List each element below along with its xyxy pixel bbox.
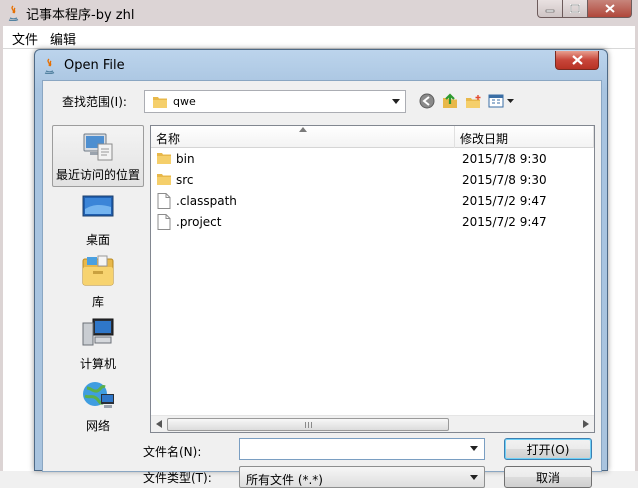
scrollbar-thumb[interactable] bbox=[167, 418, 449, 431]
chevron-down-icon bbox=[470, 475, 478, 480]
place-label: 计算机 bbox=[79, 357, 116, 371]
main-title-bar: 记事本程序-by zhl bbox=[0, 0, 638, 26]
file-row[interactable]: bin 2015/7/8 9:30 文 bbox=[151, 149, 594, 170]
folder-icon bbox=[153, 97, 167, 108]
file-type-combobox[interactable]: 所有文件 (*.*) bbox=[239, 466, 485, 488]
desktop-icon bbox=[82, 195, 114, 217]
open-button[interactable]: 打开(O) bbox=[504, 438, 592, 460]
column-header-date[interactable]: 修改日期 bbox=[455, 126, 594, 148]
dialog-close-button[interactable] bbox=[555, 51, 599, 70]
window-controls bbox=[537, 0, 632, 18]
open-file-dialog: Open File 查找范围(I): qwe 最近访问的位置 桌面 库 计算机 … bbox=[34, 49, 608, 488]
network-icon bbox=[83, 382, 114, 408]
list-view-icon bbox=[488, 94, 514, 108]
place-network[interactable]: 网络 bbox=[52, 375, 144, 437]
maximize-button[interactable] bbox=[563, 0, 588, 18]
close-icon bbox=[571, 55, 583, 65]
back-arrow-icon bbox=[419, 93, 435, 109]
look-in-label: 查找范围(I): bbox=[62, 95, 127, 109]
menu-bar: 文件 编辑 bbox=[3, 26, 635, 48]
back-button[interactable] bbox=[418, 92, 436, 110]
file-type-label: 文件类型(T): bbox=[143, 471, 212, 485]
file-name: bin bbox=[176, 152, 195, 166]
java-app-icon bbox=[44, 58, 55, 74]
main-close-button[interactable] bbox=[588, 0, 632, 18]
file-date: 2015/7/2 9:47 bbox=[462, 215, 547, 229]
place-label: 网络 bbox=[85, 419, 110, 433]
column-date-label: 修改日期 bbox=[460, 132, 509, 146]
up-folder-icon bbox=[442, 93, 457, 108]
minimize-button[interactable] bbox=[537, 0, 563, 18]
sort-ascending-icon bbox=[299, 127, 307, 132]
file-date: 2015/7/2 9:47 bbox=[462, 194, 547, 208]
scroll-grip-icon bbox=[305, 422, 313, 428]
computer-icon bbox=[82, 318, 114, 346]
menu-edit[interactable]: 编辑 bbox=[50, 29, 76, 48]
document-icon bbox=[157, 193, 171, 209]
recent-places-icon bbox=[83, 133, 113, 161]
maximize-icon bbox=[570, 4, 580, 13]
list-header: 名称 修改日期 ⁝ bbox=[151, 126, 594, 148]
place-label: 库 bbox=[91, 295, 104, 309]
file-date: 2015/7/8 9:30 bbox=[462, 152, 547, 166]
file-row[interactable]: .classpath 2015/7/2 9:47 C bbox=[151, 191, 594, 212]
minimize-icon bbox=[545, 9, 555, 12]
file-list[interactable]: 名称 修改日期 ⁝ bin 2015/7/8 9:30 文 src 2015/ bbox=[150, 125, 595, 433]
libraries-icon bbox=[82, 255, 114, 286]
cancel-button[interactable]: 取消 bbox=[504, 466, 592, 488]
chevron-down-icon bbox=[470, 446, 478, 451]
dialog-title-bar: Open File bbox=[35, 50, 607, 80]
column-name-label: 名称 bbox=[156, 132, 181, 146]
file-date: 2015/7/8 9:30 bbox=[462, 173, 547, 187]
place-recent[interactable]: 最近访问的位置 bbox=[52, 125, 144, 187]
file-row[interactable]: src 2015/7/8 9:30 文 bbox=[151, 170, 594, 191]
place-label: 最近访问的位置 bbox=[55, 168, 140, 182]
up-one-level-button[interactable] bbox=[441, 92, 459, 110]
horizontal-scrollbar[interactable] bbox=[151, 415, 594, 432]
place-libraries[interactable]: 库 bbox=[52, 251, 144, 313]
look-in-value: qwe bbox=[173, 95, 196, 108]
place-desktop[interactable]: 桌面 bbox=[52, 189, 144, 251]
new-folder-button[interactable] bbox=[464, 92, 482, 110]
scroll-right-icon bbox=[583, 420, 589, 428]
look-in-combobox[interactable]: qwe bbox=[144, 90, 406, 113]
close-icon bbox=[604, 4, 615, 13]
column-header-type[interactable]: ⁝ bbox=[594, 126, 595, 148]
file-row[interactable]: .project 2015/7/2 9:47 P bbox=[151, 212, 594, 233]
java-app-icon bbox=[8, 5, 19, 21]
scroll-left-icon bbox=[156, 420, 162, 428]
place-label: 桌面 bbox=[85, 233, 110, 247]
document-icon bbox=[157, 214, 171, 230]
file-name-input[interactable] bbox=[239, 438, 485, 460]
dialog-title: Open File bbox=[64, 58, 125, 73]
file-type-value: 所有文件 (*.*) bbox=[246, 473, 323, 487]
file-name: .classpath bbox=[176, 194, 237, 208]
file-name-label: 文件名(N): bbox=[143, 445, 202, 459]
menu-file[interactable]: 文件 bbox=[12, 29, 38, 48]
place-computer[interactable]: 计算机 bbox=[52, 313, 144, 375]
main-window-title: 记事本程序-by zhl bbox=[26, 8, 135, 23]
folder-icon bbox=[157, 153, 171, 164]
file-name: .project bbox=[176, 215, 222, 229]
folder-icon bbox=[157, 174, 171, 185]
places-bar: 最近访问的位置 桌面 库 计算机 网络 bbox=[52, 125, 144, 435]
file-name: src bbox=[176, 173, 194, 187]
new-folder-icon bbox=[465, 94, 480, 108]
chevron-down-icon bbox=[392, 99, 400, 104]
dialog-client: 查找范围(I): qwe 最近访问的位置 桌面 库 计算机 网络 名称 修改日期… bbox=[42, 80, 602, 488]
view-menu-button[interactable] bbox=[487, 92, 517, 110]
